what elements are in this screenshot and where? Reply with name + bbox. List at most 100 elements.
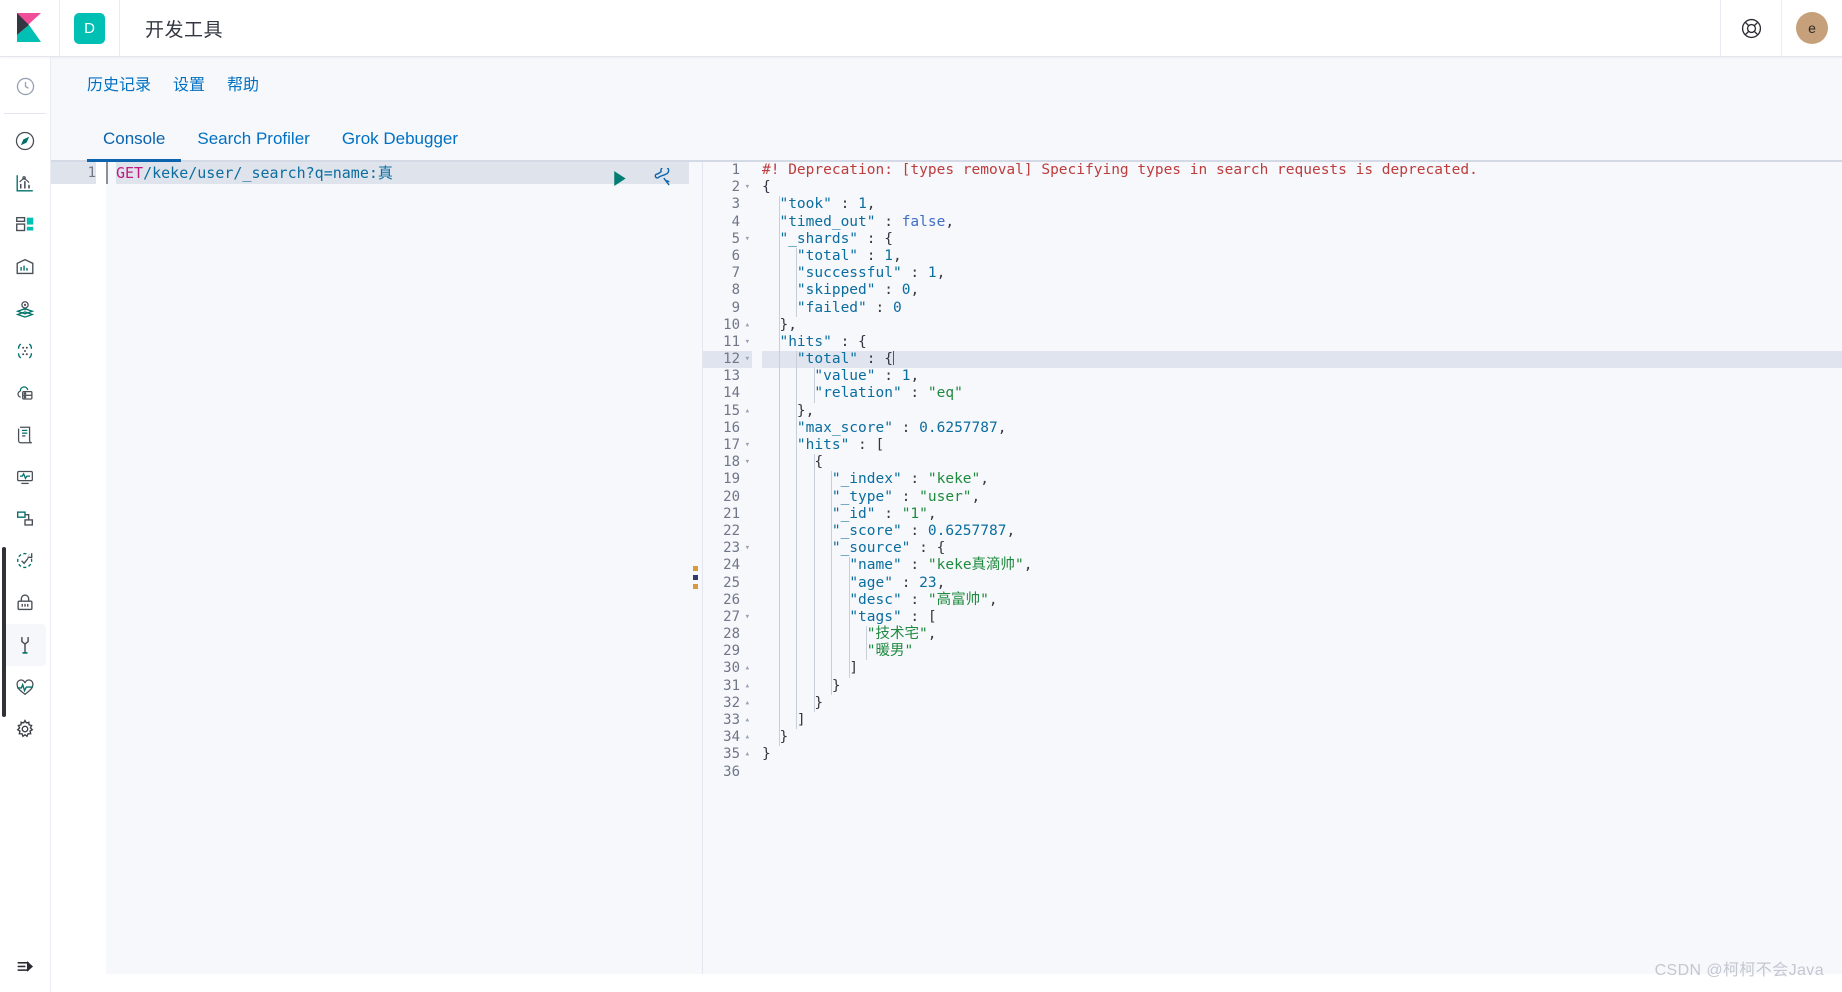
- sidebar-item-maps[interactable]: [0, 288, 51, 330]
- user-menu-button[interactable]: e: [1781, 0, 1842, 57]
- fold-toggle-icon[interactable]: ▴: [745, 716, 750, 725]
- response-gutter: 1 2 ▾ 3 4 5 ▾ 6 7 8 9 10 ▴ 11 ▾ 12 ▾ 13 14 15 ▴ 16 17 ▾ 18 ▾ 19 20 2…: [703, 162, 758, 992]
- indent-guide: [813, 385, 815, 403]
- logs-icon: [17, 426, 32, 444]
- response-line: {: [762, 454, 1842, 472]
- response-line-number: 33 ▴: [723, 712, 750, 728]
- indent-guide: [796, 419, 797, 437]
- fold-toggle-icon[interactable]: ▾: [745, 441, 750, 450]
- response-code[interactable]: #! Deprecation: [types removal] Specifyi…: [758, 162, 1842, 992]
- sidebar-item-security[interactable]: [0, 582, 51, 624]
- indent-guide: [796, 608, 797, 627]
- response-line: #! Deprecation: [types removal] Specifyi…: [762, 162, 1842, 179]
- code-token: "took": [779, 196, 832, 213]
- response-line-number: 11 ▾: [723, 333, 750, 350]
- response-line: }: [762, 677, 1842, 695]
- tab-search-profiler[interactable]: Search Profiler: [181, 129, 325, 160]
- sidebar-item-dashboard[interactable]: [0, 204, 51, 246]
- fold-toggle-icon[interactable]: ▴: [745, 750, 750, 759]
- fold-toggle-icon[interactable]: ▴: [745, 320, 750, 330]
- lock-icon: [17, 594, 33, 611]
- tab-console[interactable]: Console: [87, 129, 182, 162]
- fold-toggle-icon[interactable]: ▾: [745, 355, 750, 364]
- sidebar-item-apm[interactable]: [0, 456, 51, 498]
- code-token: "desc": [849, 591, 902, 608]
- sidebar-divider: [4, 113, 46, 114]
- topnav-link-history[interactable]: 历史记录: [87, 71, 151, 95]
- wrench-icon: [654, 168, 670, 186]
- sidebar-item-siem[interactable]: [0, 498, 51, 540]
- indent-guide: [831, 660, 832, 678]
- code-token: "name": [849, 557, 902, 574]
- sidebar-item-canvas[interactable]: [0, 246, 51, 288]
- sidebar-scrollbar[interactable]: [2, 547, 6, 717]
- indent-guide: [796, 677, 797, 695]
- sidebar-item-infrastructure[interactable]: [0, 372, 51, 414]
- app-badge[interactable]: D: [60, 0, 120, 57]
- fold-toggle-icon[interactable]: ▾: [745, 183, 750, 192]
- sidebar-item-monitoring[interactable]: [0, 666, 51, 708]
- kibana-logo[interactable]: [0, 0, 60, 57]
- code-token: ,: [945, 213, 955, 230]
- indent-guide: [866, 643, 867, 661]
- code-token: }: [762, 746, 771, 763]
- fold-toggle-icon[interactable]: ▾: [745, 612, 750, 622]
- app-header: D 开发工具 e: [0, 0, 1842, 57]
- fold-toggle-icon[interactable]: ▴: [745, 698, 750, 708]
- code-token: ,: [927, 626, 937, 643]
- response-line-number: 26: [723, 591, 740, 608]
- sidebar-item-recently-viewed[interactable]: [0, 65, 51, 107]
- response-line-number: 15 ▴: [723, 402, 750, 419]
- fold-toggle-icon[interactable]: ▴: [745, 664, 750, 673]
- code-token: "keke真滴帅": [927, 557, 1024, 574]
- code-token: : [: [901, 608, 937, 625]
- indent-guide: [796, 402, 797, 420]
- sidebar-item-logs[interactable]: [0, 414, 51, 456]
- response-line-number: 12 ▾: [703, 351, 752, 369]
- sidebar-item-dev-tools[interactable]: [4, 624, 46, 666]
- sidebar-collapse-button[interactable]: [0, 940, 51, 992]
- code-token: ,: [971, 488, 981, 505]
- apm-icon: [17, 470, 33, 485]
- response-line-number: 25: [723, 574, 740, 591]
- play-icon: [614, 171, 626, 186]
- help-button[interactable]: [1720, 0, 1781, 57]
- request-editor[interactable]: 1 GET/keke/user/_search?q=name:真: [51, 162, 689, 992]
- sidebar-item-machine-learning[interactable]: [0, 330, 51, 372]
- indent-guide: [848, 660, 850, 678]
- fold-toggle-icon[interactable]: ▴: [745, 681, 750, 691]
- send-request-button[interactable]: [609, 168, 630, 189]
- response-line-number: 30 ▴: [723, 660, 750, 677]
- request-options-button[interactable]: [652, 168, 673, 189]
- code-token: }: [814, 694, 824, 711]
- fold-toggle-icon[interactable]: ▴: [745, 733, 750, 742]
- fold-toggle-icon[interactable]: ▾: [745, 544, 750, 553]
- console-topnav: 历史记录 设置 帮助: [51, 57, 1842, 109]
- primary-sidebar: [0, 57, 51, 992]
- code-token: ,: [1023, 557, 1033, 574]
- fold-toggle-icon[interactable]: ▾: [745, 337, 750, 347]
- editor-caret: [106, 162, 108, 184]
- sidebar-item-discover[interactable]: [0, 120, 51, 162]
- sidebar-item-uptime[interactable]: [0, 540, 51, 582]
- code-token: :: [901, 385, 928, 402]
- topnav-link-settings[interactable]: 设置: [173, 71, 205, 95]
- code-token: "age": [849, 574, 893, 591]
- sidebar-item-visualize[interactable]: [0, 162, 51, 204]
- code-token: ,: [927, 505, 937, 522]
- request-code[interactable]: GET/keke/user/_search?q=name:真: [106, 162, 689, 992]
- response-line-number: 3: [731, 196, 740, 213]
- indent-guide: [796, 488, 797, 506]
- collapse-arrow-icon: [17, 961, 34, 972]
- request-line-1: GET/keke/user/_search?q=name:真: [116, 162, 689, 184]
- indent-guide: [831, 591, 832, 609]
- response-line-number: 24: [723, 557, 740, 574]
- pane-splitter[interactable]: [689, 162, 703, 992]
- sidebar-item-management[interactable]: [0, 708, 51, 750]
- code-token: {: [762, 179, 771, 196]
- tab-grok-debugger[interactable]: Grok Debugger: [326, 129, 474, 160]
- fold-toggle-icon[interactable]: ▾: [745, 458, 750, 467]
- fold-toggle-icon[interactable]: ▴: [745, 406, 750, 416]
- topnav-link-help[interactable]: 帮助: [227, 71, 259, 95]
- fold-toggle-icon[interactable]: ▾: [745, 234, 750, 244]
